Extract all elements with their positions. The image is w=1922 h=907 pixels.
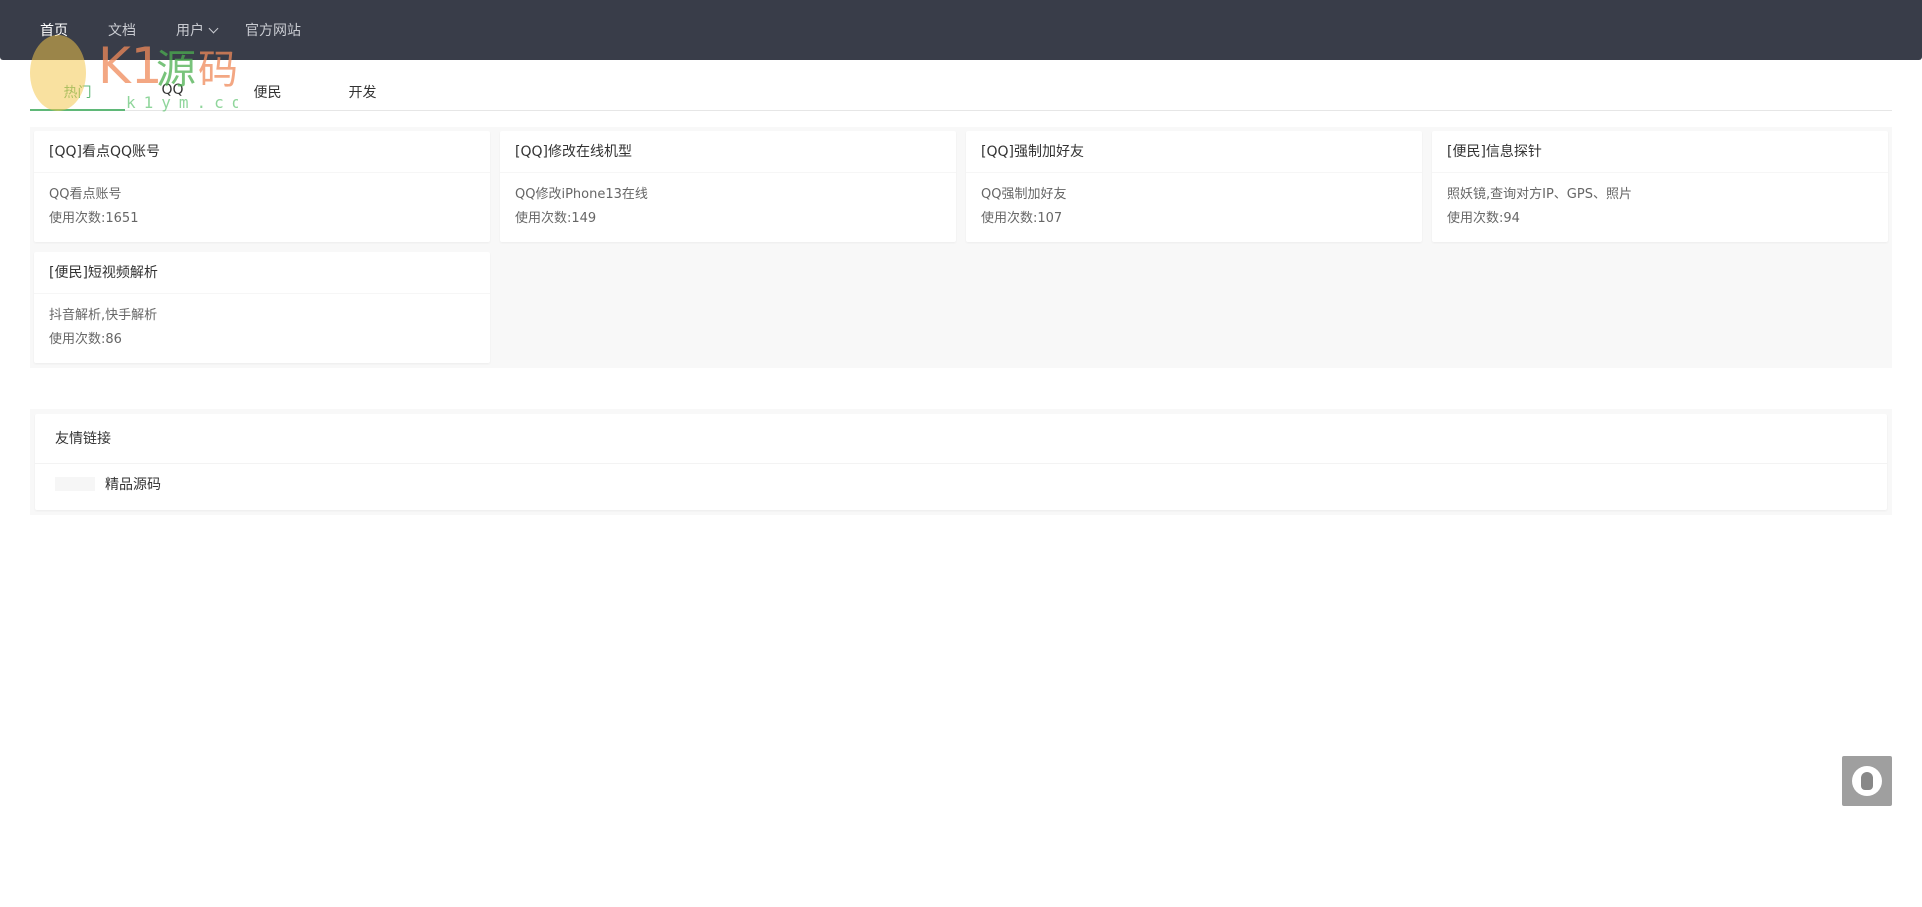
tool-card[interactable]: [QQ]修改在线机型 QQ修改iPhone13在线 使用次数:149 <box>500 131 956 242</box>
card-title: [便民]信息探针 <box>1432 131 1888 173</box>
card-usage: 使用次数:107 <box>981 211 1063 226</box>
card-usage: 使用次数:149 <box>515 211 597 226</box>
card-desc: 照妖镜,查询对方IP、GPS、照片 <box>1447 187 1632 202</box>
tab-dev[interactable]: 开发 <box>315 82 410 111</box>
card-usage: 使用次数:1651 <box>49 211 139 226</box>
nav-official-site[interactable]: 官方网站 <box>245 20 301 40</box>
card-title: [QQ]强制加好友 <box>966 131 1422 173</box>
tab-qq[interactable]: QQ <box>125 82 220 111</box>
nav-docs[interactable]: 文档 <box>108 20 136 40</box>
tab-convenience[interactable]: 便民 <box>220 82 315 111</box>
friend-links-title: 友情链接 <box>35 414 1887 464</box>
tool-card[interactable]: [便民]短视频解析抖音解析,快手解析 使用次数:86 <box>34 252 490 363</box>
tool-card[interactable]: [便民]信息探针照妖镜,查询对方IP、GPS、照片 使用次数:94 <box>1432 131 1888 242</box>
friend-links-panel: 友情链接 精品源码 <box>30 409 1892 515</box>
tool-card[interactable]: [QQ]看点QQ账号 QQ看点账号使用次数:1651 <box>34 131 490 242</box>
card-desc: QQ看点账号 <box>49 187 122 202</box>
tab-hot[interactable]: 热门 <box>30 82 125 111</box>
tools-panel: [QQ]看点QQ账号 QQ看点账号使用次数:1651 [QQ]修改在线机型 QQ修改… <box>30 127 1892 368</box>
card-usage: 使用次数:94 <box>1447 211 1520 226</box>
qq-contact-button[interactable] <box>1842 756 1892 806</box>
card-usage: 使用次数:86 <box>49 332 122 347</box>
card-desc: QQ强制加好友 <box>981 187 1067 202</box>
card-title: [QQ]修改在线机型 <box>500 131 956 173</box>
nav-user-label: 用户 <box>176 23 204 39</box>
card-desc: 抖音解析,快手解析 <box>49 308 158 323</box>
card-desc: QQ修改iPhone13在线 <box>515 187 648 202</box>
link-image <box>55 477 95 491</box>
nav-home[interactable]: 首页 <box>40 20 68 40</box>
friend-link[interactable]: 精品源码 <box>105 474 161 494</box>
card-title: [QQ]看点QQ账号 <box>34 131 490 173</box>
chevron-down-icon <box>208 23 219 34</box>
top-navbar: 首页 文档 用户 官方网站 <box>0 0 1922 60</box>
category-tabs: 热门 QQ 便民 开发 <box>30 60 1892 111</box>
nav-user[interactable]: 用户 <box>176 20 219 40</box>
qq-penguin-icon <box>1852 766 1882 796</box>
tool-card[interactable]: [QQ]强制加好友 QQ强制加好友 使用次数:107 <box>966 131 1422 242</box>
card-title: [便民]短视频解析 <box>34 252 490 294</box>
